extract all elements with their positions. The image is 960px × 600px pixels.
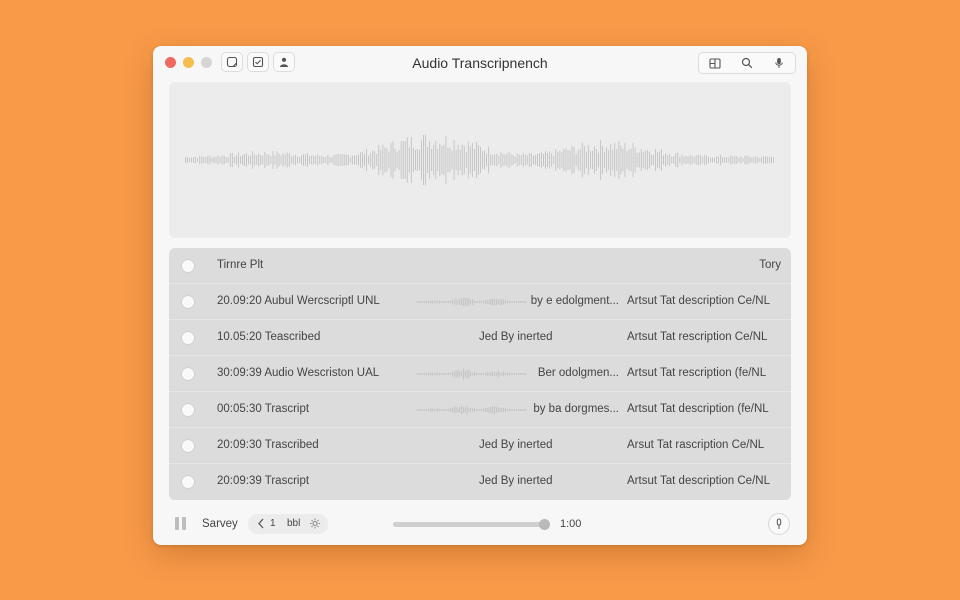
list-header: Tirnre Plt Tory	[169, 248, 791, 284]
row-mid-text: by ba dorgmes...	[533, 403, 619, 415]
table-row[interactable]: 30:09:39 Audio Wescriston UAL Ber odolgm…	[169, 356, 791, 392]
header-right: Tory	[759, 259, 781, 271]
progress-fill	[393, 522, 544, 527]
speed-label[interactable]: Sarvey	[202, 518, 238, 530]
row-description: Artsut Tat description (fe/NL	[627, 403, 769, 415]
table-row[interactable]: 20.09:20 Aubul Wercscriptl UNL by e edol…	[169, 284, 791, 320]
mini-waveform	[417, 368, 527, 380]
row-description: Artsut Tat rescription Ce/NL	[627, 331, 768, 343]
transcript-list: Tirnre Plt Tory 20.09:20 Aubul Wercscrip…	[169, 248, 791, 500]
layout-button[interactable]	[699, 53, 731, 73]
app-window: Audio Transcripnench Tirnre Plt Tory 20.…	[153, 46, 807, 545]
row-mid-text: Ber odolgmen...	[537, 367, 619, 379]
row-title: 10.05:20 Teascribed	[217, 331, 321, 343]
microphone-button[interactable]	[768, 513, 790, 535]
title-bar: Audio Transcripnench	[153, 46, 807, 80]
row-radio[interactable]	[181, 403, 195, 417]
pause-icon[interactable]	[175, 517, 187, 530]
mini-waveform	[417, 405, 527, 415]
row-title: 20.09:20 Aubul Wercscriptl UNL	[217, 295, 380, 307]
row-radio[interactable]	[181, 439, 195, 453]
table-row[interactable]: 20:09:30 Trascribed Jed By inerted Arsut…	[169, 428, 791, 464]
row-radio[interactable]	[181, 331, 195, 345]
waveform	[185, 134, 774, 186]
table-row[interactable]: 20:09:39 Trascript Jed By inerted Artsut…	[169, 464, 791, 500]
playback-bar: Sarvey 1 bbl 1:00	[153, 508, 807, 538]
microphone-icon	[775, 58, 783, 68]
progress-slider[interactable]	[393, 519, 550, 530]
row-description: Artsut Tat description Ce/NL	[627, 295, 770, 307]
row-radio[interactable]	[181, 295, 195, 309]
table-row[interactable]: 00:05:30 Trascript by ba dorgmes... Arts…	[169, 392, 791, 428]
pager-number: 1	[270, 518, 276, 529]
row-mid-text: Jed By inerted	[479, 475, 553, 487]
row-mid-text: Jed By inerted	[479, 331, 553, 343]
record-button[interactable]	[763, 53, 795, 73]
table-row[interactable]: 10.05:20 Teascribed Jed By inerted Artsu…	[169, 320, 791, 356]
header-title: Tirnre Plt	[217, 259, 264, 271]
waveform-panel[interactable]	[169, 82, 791, 238]
gear-icon[interactable]	[309, 517, 321, 530]
time-label: 1:00	[560, 518, 582, 530]
row-mid-text: by e edolgment...	[530, 295, 619, 307]
row-description: Arsut Tat rascription Ce/NL	[627, 439, 765, 451]
layout-icon	[709, 57, 721, 69]
row-title: 20:09:30 Trascribed	[217, 439, 319, 451]
row-title: 20:09:39 Trascript	[217, 475, 310, 487]
row-description: Artsut Tat description Ce/NL	[627, 475, 770, 487]
mini-waveform	[417, 297, 527, 307]
row-title: 00:05:30 Trascript	[217, 403, 310, 415]
row-description: Artsut Tat rescription (fe/NL	[627, 367, 767, 379]
select-all-radio[interactable]	[181, 259, 195, 273]
row-title: 30:09:39 Audio Wescriston UAL	[217, 367, 380, 379]
chevron-left-icon[interactable]	[256, 517, 266, 530]
row-mid-text: Jed By inerted	[479, 439, 553, 451]
toolbar-right	[698, 52, 796, 74]
pager-label: bbl	[287, 518, 301, 529]
microphone-icon	[776, 518, 782, 529]
search-button[interactable]	[731, 53, 763, 73]
row-radio[interactable]	[181, 475, 195, 489]
row-radio[interactable]	[181, 367, 195, 381]
search-icon	[741, 57, 753, 69]
progress-knob[interactable]	[538, 519, 550, 530]
pager-control[interactable]: 1 bbl	[248, 514, 328, 534]
